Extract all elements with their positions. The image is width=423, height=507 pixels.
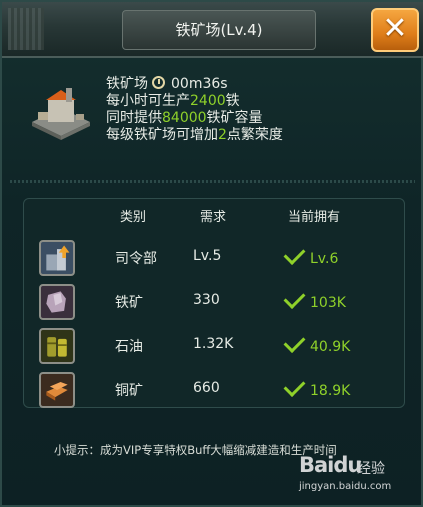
header-requirement: 需求 bbox=[200, 210, 227, 225]
capacity-label: 同时提供 bbox=[106, 110, 162, 126]
row-owned: 18.9K bbox=[283, 375, 351, 399]
command-hq-icon bbox=[39, 240, 75, 276]
building-name: 铁矿场 bbox=[106, 76, 148, 92]
dialog-panel: 铁矿场(Lv.4) ✕ 铁矿场 00m36s 每小时可生产2400铁 同时提供84… bbox=[0, 0, 423, 507]
clock-icon bbox=[152, 76, 165, 89]
production-value: 2400 bbox=[190, 93, 226, 109]
row-requirement: Lv.5 bbox=[193, 248, 222, 264]
table-row: 铜矿 660 18.9K bbox=[23, 368, 405, 412]
owned-value: 103K bbox=[310, 295, 346, 311]
row-name: 铜矿 bbox=[115, 383, 143, 399]
row-name: 司令部 bbox=[115, 251, 157, 267]
row-name: 石油 bbox=[115, 339, 143, 355]
dialog-title: 铁矿场(Lv.4) bbox=[122, 10, 316, 50]
building-info: 铁矿场 00m36s 每小时可生产2400铁 同时提供84000铁矿容量 每级铁矿… bbox=[106, 76, 283, 144]
watermark-jingyan: 经验 bbox=[357, 461, 385, 477]
oil-barrel-icon bbox=[39, 328, 75, 364]
row-name: 铁矿 bbox=[115, 295, 143, 311]
watermark: Baidu 经验 jingyan.baidu.com bbox=[299, 453, 409, 499]
owned-value: 40.9K bbox=[310, 339, 351, 355]
iron-ore-icon bbox=[39, 284, 75, 320]
header-type: 类别 bbox=[120, 210, 147, 225]
watermark-logo: Baidu bbox=[299, 453, 362, 477]
row-requirement: 660 bbox=[193, 380, 220, 396]
close-button[interactable]: ✕ bbox=[371, 8, 419, 52]
production-unit: 铁 bbox=[225, 93, 240, 109]
row-owned: 40.9K bbox=[283, 331, 351, 355]
prosperity-value: 2 bbox=[218, 127, 227, 143]
tip-text: 小提示：成为VIP专享特权Buff大幅缩减建造和生产时间 bbox=[54, 443, 337, 457]
check-icon bbox=[283, 331, 306, 353]
section-divider bbox=[10, 180, 415, 183]
owned-value: Lv.6 bbox=[310, 251, 339, 267]
table-row: 铁矿 330 103K bbox=[23, 280, 405, 324]
check-icon bbox=[283, 375, 306, 397]
prosperity-unit: 点繁荣度 bbox=[226, 127, 283, 143]
table-row: 司令部 Lv.5 Lv.6 bbox=[23, 236, 405, 280]
iron-mine-building-icon bbox=[32, 88, 90, 140]
copper-ingot-icon bbox=[39, 372, 75, 408]
row-owned: Lv.6 bbox=[283, 243, 339, 267]
capacity-unit: 铁矿容量 bbox=[206, 110, 263, 126]
check-icon bbox=[283, 287, 306, 309]
row-requirement: 330 bbox=[193, 292, 220, 308]
row-owned: 103K bbox=[283, 287, 346, 311]
watermark-url: jingyan.baidu.com bbox=[299, 481, 392, 492]
build-time: 00m36s bbox=[171, 76, 228, 92]
production-label: 每小时可生产 bbox=[106, 93, 190, 109]
title-bar: 铁矿场(Lv.4) ✕ bbox=[2, 2, 423, 58]
check-icon bbox=[283, 243, 306, 265]
prosperity-label: 每级铁矿场可增加 bbox=[106, 127, 218, 143]
owned-value: 18.9K bbox=[310, 383, 351, 399]
row-requirement: 1.32K bbox=[193, 336, 234, 352]
table-row: 石油 1.32K 40.9K bbox=[23, 324, 405, 368]
header-owned: 当前拥有 bbox=[288, 210, 341, 225]
capacity-value: 84000 bbox=[162, 110, 207, 126]
